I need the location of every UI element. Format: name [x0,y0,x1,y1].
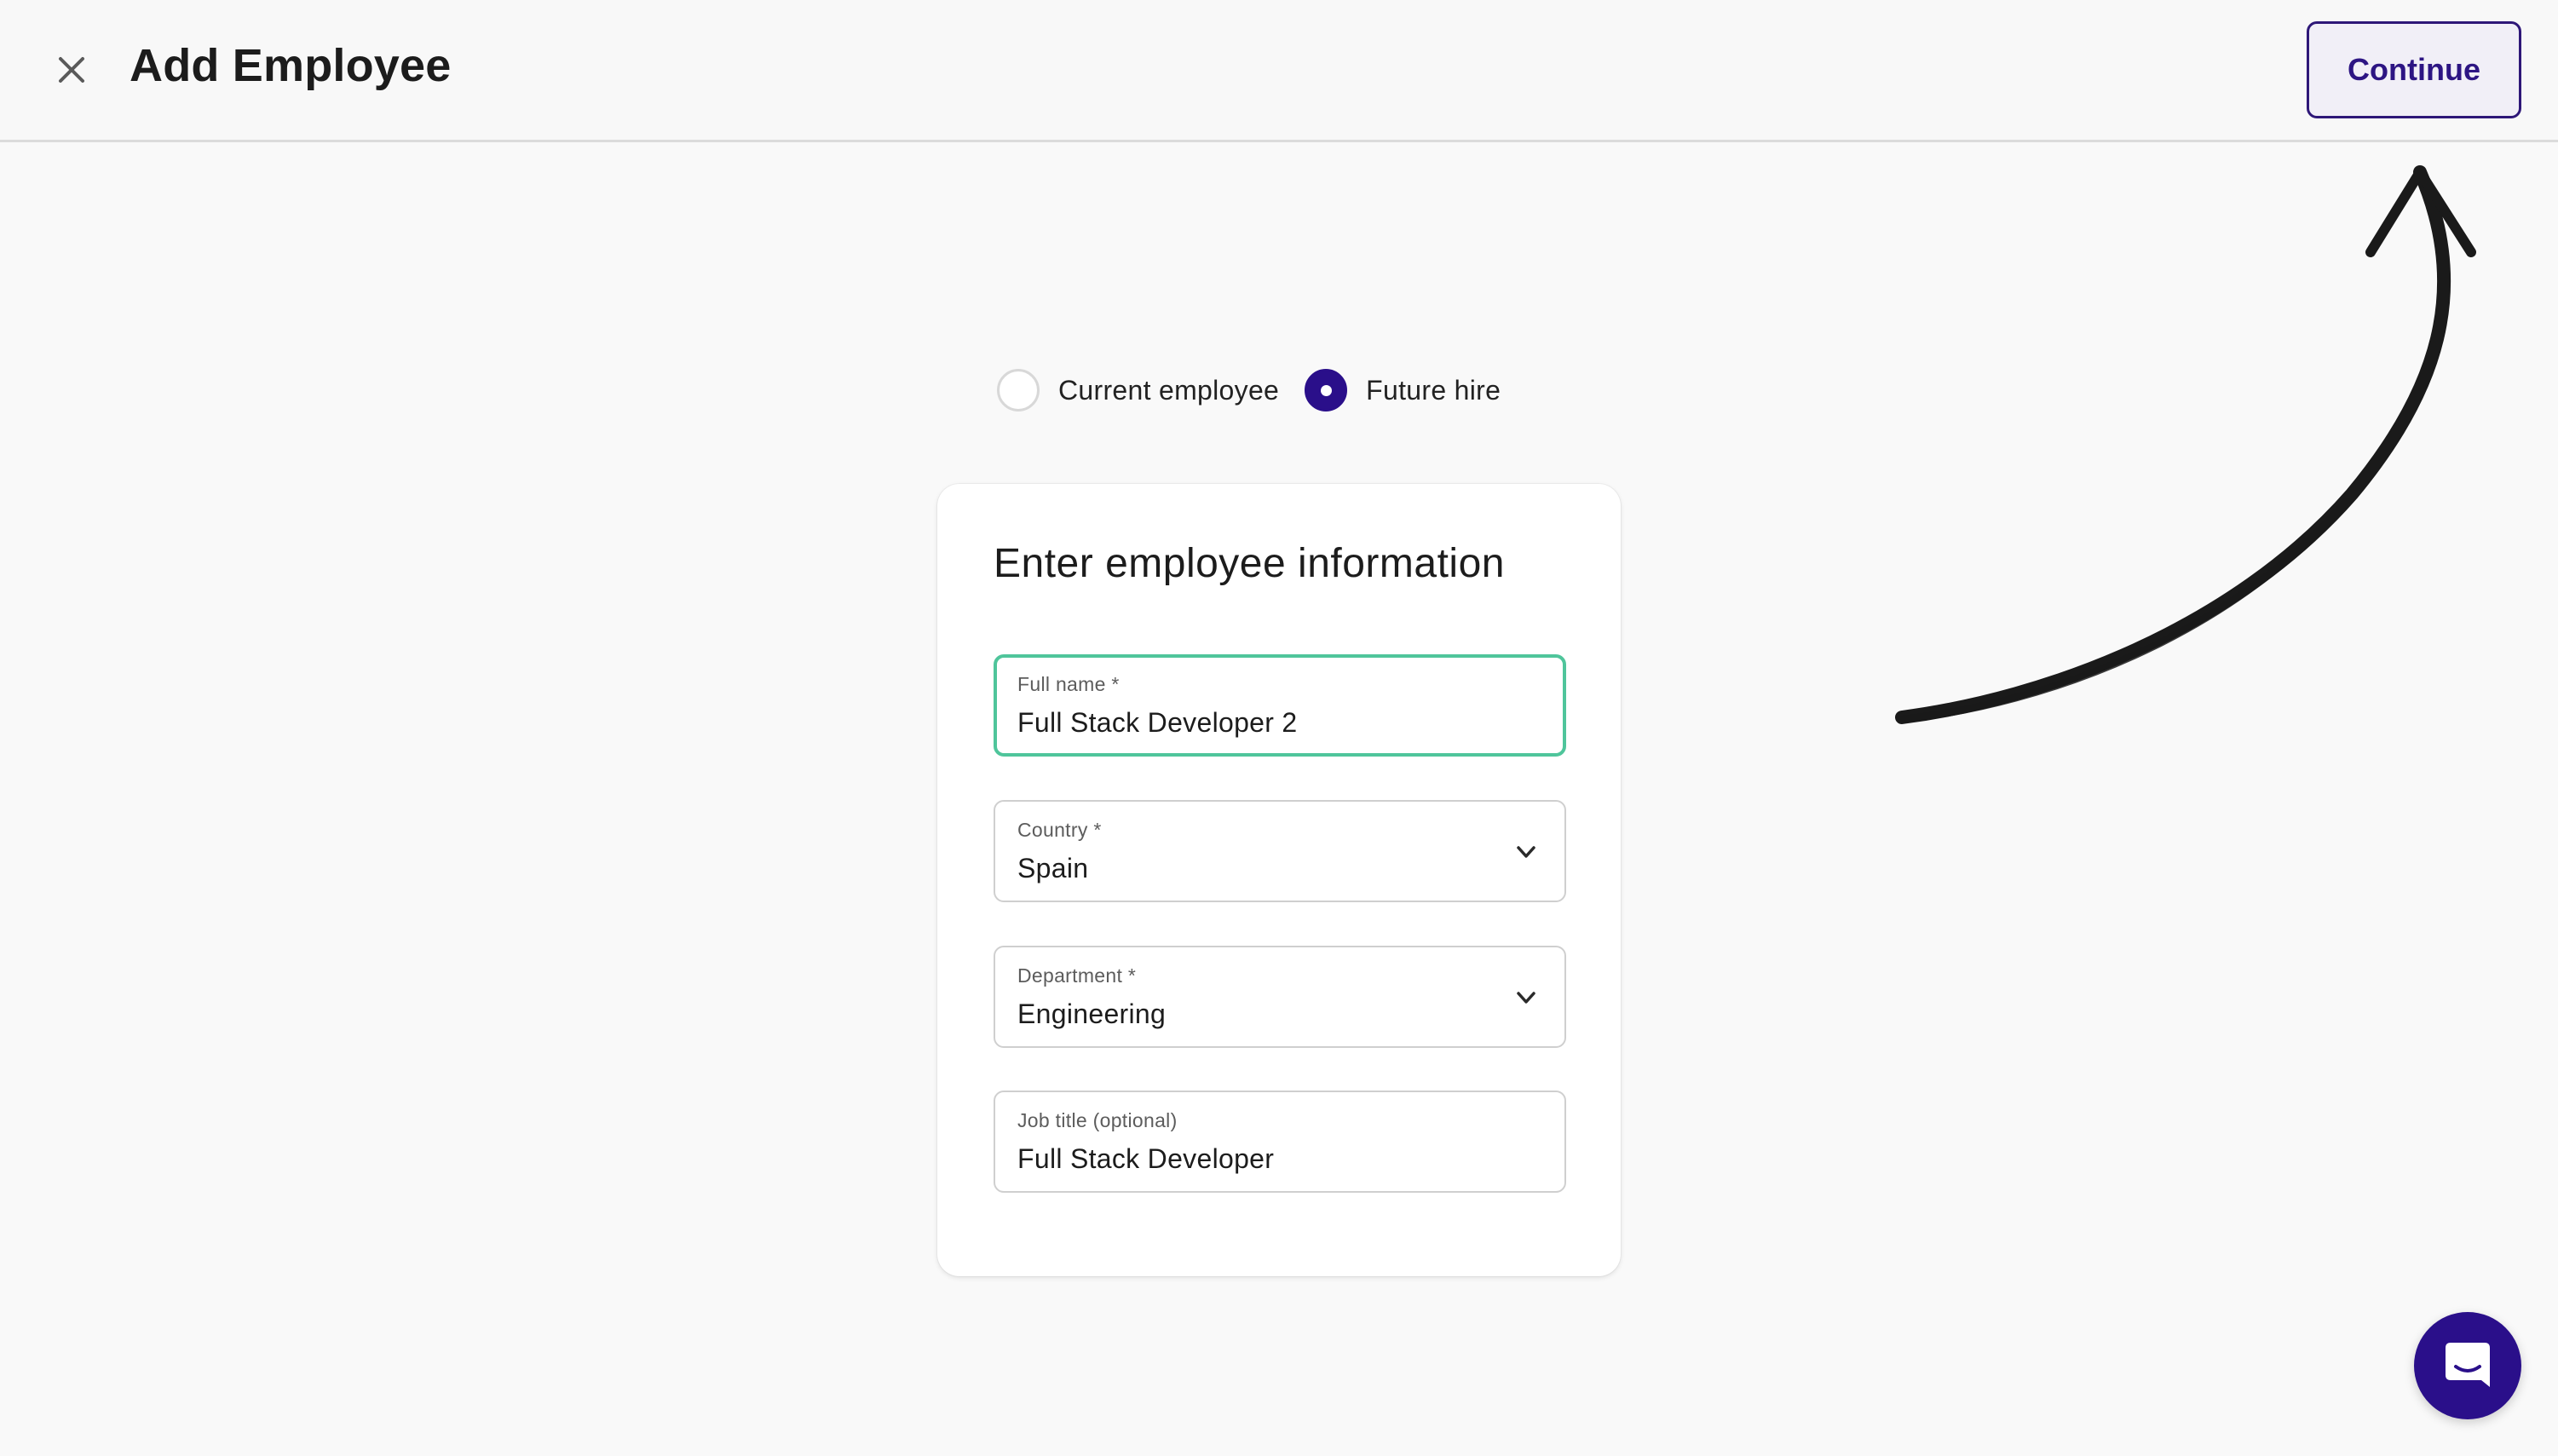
employee-type-radio-group: Current employee Future hire [997,368,1501,412]
job-title-value: Full Stack Developer [1017,1143,1275,1174]
radio-option-current-employee[interactable]: Current employee [997,369,1279,411]
top-bar: Add Employee Continue [0,0,2558,142]
department-label: Department * [1017,964,1137,987]
department-value: Engineering [1017,998,1167,1029]
continue-button[interactable]: Continue [2307,21,2521,118]
close-icon [59,57,84,83]
full-name-value: Full Stack Developer 2 [1017,707,1298,738]
hand-drawn-arrow-icon [1895,165,2476,724]
radio-label-future-hire: Future hire [1366,374,1501,406]
radio-option-future-hire[interactable]: Future hire [1305,369,1501,411]
radio-future-hire[interactable] [1305,369,1348,411]
page-title: Add Employee [130,40,452,91]
country-select[interactable]: Country * Spain [994,800,1566,902]
radio-label-current-employee: Current employee [1058,374,1280,406]
job-title-field[interactable]: Job title (optional) Full Stack Develope… [994,1091,1566,1193]
full-name-field[interactable]: Full name * Full Stack Developer 2 [994,654,1566,757]
chat-icon [2446,1343,2490,1387]
chat-launcher-button[interactable] [2414,1312,2521,1419]
radio-current-employee[interactable] [997,369,1040,411]
department-select[interactable]: Department * Engineering [994,946,1566,1048]
close-button[interactable] [48,46,95,94]
job-title-label: Job title (optional) [1017,1109,1178,1131]
radio-selected-dot [1320,384,1332,396]
chevron-down-icon [1517,846,1535,858]
full-name-label: Full name * [1017,673,1120,695]
country-value: Spain [1017,853,1089,883]
card-title: Enter employee information [994,541,1505,586]
chevron-down-icon [1517,992,1535,1004]
add-employee-page: Add Employee Continue Current employee F… [0,0,2558,1456]
country-label: Country * [1017,819,1102,841]
employee-info-card: Enter employee information Full name * F… [937,484,1621,1276]
